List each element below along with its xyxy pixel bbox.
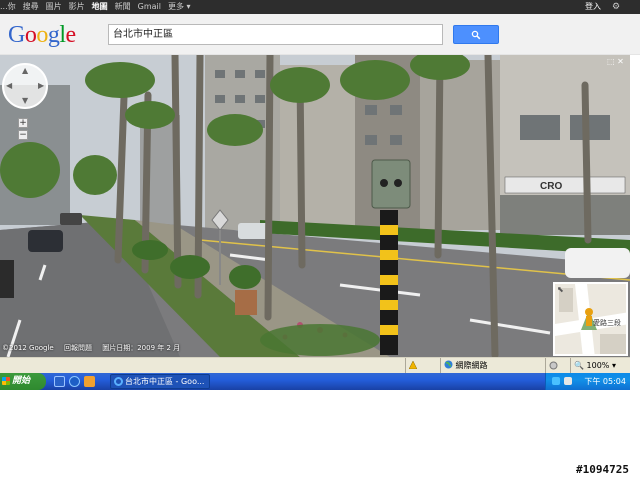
start-button[interactable]: 開始 bbox=[0, 373, 46, 390]
pan-up-icon[interactable]: ▲ bbox=[22, 66, 28, 75]
logo-letter: o bbox=[36, 22, 48, 48]
pan-down-icon[interactable]: ▼ bbox=[22, 96, 28, 105]
pan-left-icon[interactable]: ◀ bbox=[6, 81, 12, 90]
system-tray: 下午 05:04 bbox=[545, 373, 630, 390]
google-logo[interactable]: Google bbox=[8, 22, 76, 48]
globe-icon bbox=[444, 360, 453, 369]
tray-volume-icon[interactable] bbox=[564, 377, 572, 385]
copyright-text: ©2012 Google bbox=[2, 344, 54, 352]
zoom-in-button[interactable]: + bbox=[18, 118, 28, 128]
street-view-footer: ©2012 Google 回報問題 圖片日期：2009 年 2 月 bbox=[0, 341, 188, 355]
logo-letter: g bbox=[47, 22, 60, 48]
image-date-text: 圖片日期：2009 年 2 月 bbox=[102, 344, 181, 352]
logo-letter: e bbox=[65, 22, 77, 48]
expand-minimap-icon[interactable]: ⬉ bbox=[557, 285, 564, 294]
search-button[interactable] bbox=[453, 25, 499, 44]
taskbar-window-ie[interactable]: 台北市中正區 - Goo... bbox=[110, 374, 210, 389]
security-zone: 網際網路 bbox=[440, 358, 540, 373]
gbar-link-you[interactable]: ...你 bbox=[0, 0, 16, 14]
zoom-out-button[interactable]: − bbox=[18, 130, 28, 140]
gbar-link-search[interactable]: 搜尋 bbox=[23, 0, 39, 14]
maps-header: Google 台北市中正區 bbox=[0, 14, 640, 55]
svg-text:CRO: CRO bbox=[540, 181, 562, 192]
security-zone-label: 網際網路 bbox=[455, 361, 488, 370]
gbar-link-news[interactable]: 新聞 bbox=[115, 0, 131, 14]
street-view-panorama[interactable]: CRO ▲ ▼ ◀ ▶ + − ⬚ ✕ ⬉ 愛路三段 ©2012 Google … bbox=[0, 55, 630, 357]
street-scene-image: CRO bbox=[0, 55, 630, 357]
mini-map-road-label: 愛路三段 bbox=[593, 319, 621, 327]
pan-control-icon[interactable]: ▲ ▼ ◀ ▶ bbox=[2, 63, 48, 109]
gbar-nav: ...你 搜尋 圖片 影片 地圖 新聞 Gmail 更多 ▾ bbox=[0, 0, 198, 14]
clock[interactable]: 下午 05:04 bbox=[584, 373, 626, 390]
gbar-link-more[interactable]: 更多 ▾ bbox=[168, 0, 191, 14]
report-problem-link[interactable]: 回報問題 bbox=[64, 344, 92, 352]
sign-in-link[interactable]: 登入 bbox=[585, 0, 601, 14]
search-icon bbox=[471, 30, 481, 40]
zoom-level-value: 100% bbox=[586, 361, 610, 370]
screen: ...你 搜尋 圖片 影片 地圖 新聞 Gmail 更多 ▾ 登入 ⚙ Goog… bbox=[0, 0, 640, 480]
taskbar-window-title: 台北市中正區 - Goo... bbox=[125, 377, 205, 386]
taskbar: 開始 台北市中正區 - Goo... 下午 05:04 bbox=[0, 373, 630, 390]
gear-icon[interactable]: ⚙ bbox=[612, 0, 620, 14]
internet-explorer-icon bbox=[114, 377, 123, 386]
logo-letter: G bbox=[8, 22, 25, 48]
gbar-link-images[interactable]: 圖片 bbox=[46, 0, 62, 14]
warning-icon bbox=[405, 358, 418, 373]
chevron-down-icon: ▾ bbox=[611, 361, 616, 370]
tray-network-icon[interactable] bbox=[552, 377, 560, 385]
browser-status-bar: 網際網路 🔍 100% ▾ bbox=[0, 357, 630, 373]
google-bar: ...你 搜尋 圖片 影片 地圖 新聞 Gmail 更多 ▾ 登入 ⚙ bbox=[0, 0, 640, 14]
windows-flag-icon bbox=[2, 377, 10, 385]
start-label: 開始 bbox=[12, 376, 31, 386]
gbar-link-maps[interactable]: 地圖 bbox=[92, 0, 108, 14]
gbar-link-gmail[interactable]: Gmail bbox=[138, 0, 161, 14]
ie-shortcut-icon[interactable] bbox=[69, 376, 80, 387]
maximize-close-icon[interactable]: ⬚ ✕ bbox=[607, 57, 624, 66]
protected-mode-icon[interactable] bbox=[545, 358, 570, 373]
search-input[interactable]: 台北市中正區 bbox=[108, 24, 443, 45]
logo-letter: o bbox=[24, 22, 37, 48]
gbar-link-videos[interactable]: 影片 bbox=[69, 0, 85, 14]
desktop-shortcut-icon[interactable] bbox=[54, 376, 65, 387]
mini-map[interactable]: ⬉ 愛路三段 bbox=[553, 282, 628, 356]
watermark-id: #1094725 bbox=[576, 463, 629, 476]
zoom-icon: 🔍 bbox=[574, 361, 584, 370]
zoom-level[interactable]: 🔍 100% ▾ bbox=[570, 358, 630, 373]
pan-right-icon[interactable]: ▶ bbox=[38, 81, 44, 90]
media-shortcut-icon[interactable] bbox=[84, 376, 95, 387]
